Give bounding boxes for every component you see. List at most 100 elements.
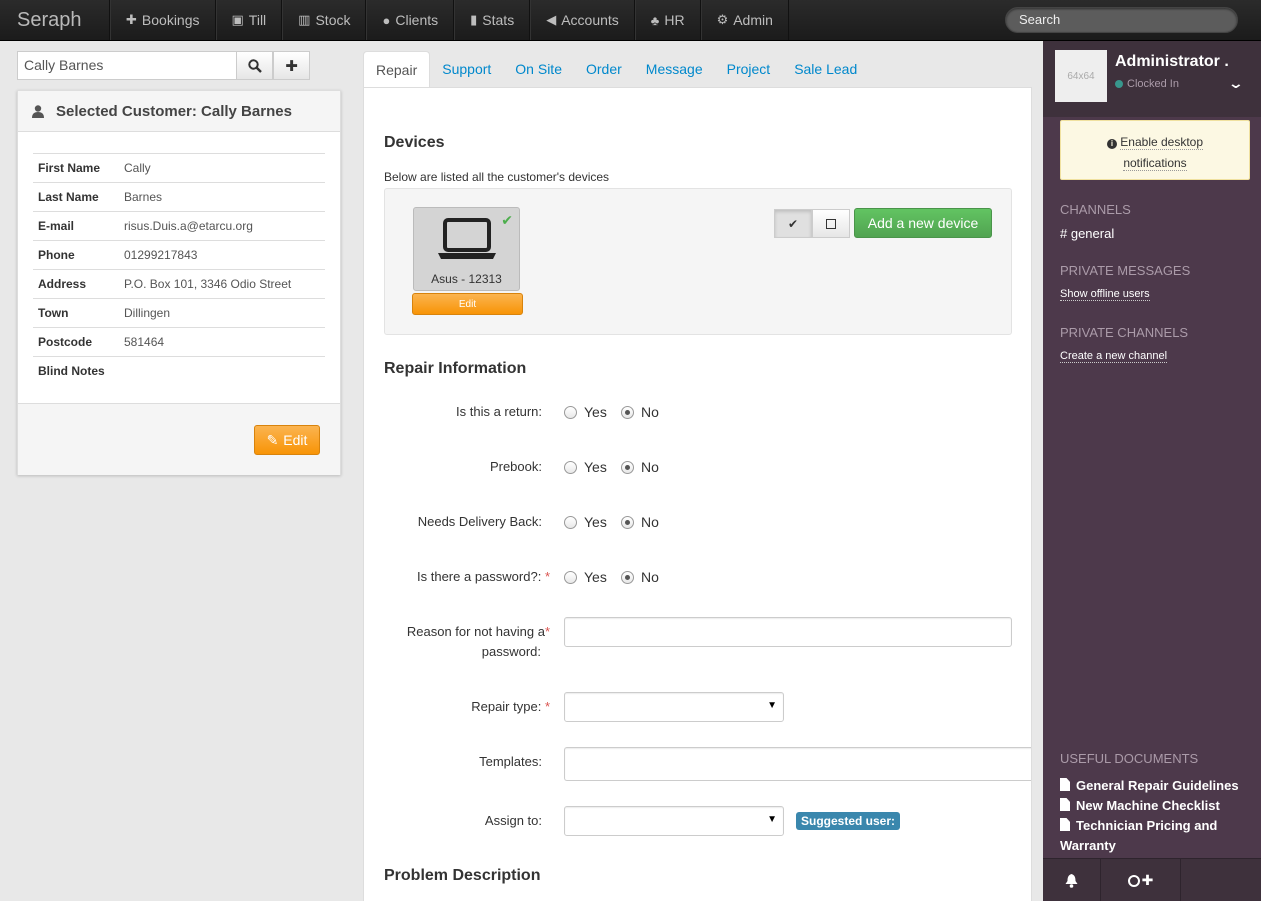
return-yes-radio[interactable] [564,406,577,419]
barcode-icon: ▥ [298,12,311,27]
password-label: Is there a password?: * [390,567,550,587]
nav-clients[interactable]: ● Clients [366,0,455,40]
nav-stats[interactable]: ▮ Stats [454,0,531,40]
assign-select[interactable]: ▼ [564,806,784,836]
private-channels-heading: PRIVATE CHANNELS [1060,325,1189,340]
delivery-no-radio[interactable] [621,516,634,529]
nav-stock[interactable]: ▥ Stock [282,0,367,40]
tab-support[interactable]: Support [430,51,503,88]
chevron-down-icon[interactable]: ⌄ [1228,75,1244,92]
create-channel-link[interactable]: Create a new channel [1060,350,1168,363]
table-row: Postcode 581464 [33,327,325,357]
status-dot-icon [1115,80,1123,88]
nav-label: Bookings [141,12,200,28]
reason-label-line2: password: [481,644,541,659]
search-button[interactable] [236,51,273,80]
tab-sale-lead[interactable]: Sale Lead [782,51,869,88]
nav-till[interactable]: ▣ Till [215,0,283,40]
document-link[interactable]: Technician Pricing and Warranty [1060,816,1250,856]
field-label: Last Name [33,182,119,212]
show-offline-users-link[interactable]: Show offline users [1060,288,1150,301]
chat-sidebar: 64x64 Administrator . Clocked In ⌄ i Ena… [1043,41,1261,901]
clock-status: Clocked In [1115,78,1179,90]
status-text: Clocked In [1127,78,1179,90]
nav-admin[interactable]: ⚙ Admin [700,0,789,40]
nav-label: Accounts [561,12,619,28]
devices-box: ✔ Asus - 12313 Edit ✔ Add a new device [384,188,1012,335]
cogs-icon: ⚙ [716,12,729,27]
device-card[interactable]: ✔ Asus - 12313 [413,207,520,291]
global-search-input[interactable]: Search [1005,7,1238,33]
repair-type-select[interactable]: ▼ [564,692,784,722]
yes-label: Yes [584,459,607,475]
deselect-all-button[interactable] [812,209,850,238]
return-no-radio[interactable] [621,406,634,419]
reason-input[interactable] [564,617,1012,647]
nav-label: Stock [315,12,351,28]
select-all-button[interactable]: ✔ [774,209,812,238]
assign-label: Assign to: [484,813,542,828]
field-label: Postcode [33,327,119,357]
edit-device-button[interactable]: Edit [412,293,523,315]
document-link[interactable]: New Machine Checklist [1060,796,1250,816]
required-marker: * [544,624,550,639]
return-label: Is this a return: [382,402,542,422]
channels-heading: CHANNELS [1060,202,1131,217]
add-clock-button[interactable]: ✚ [1101,859,1181,901]
password-label-text: Is there a password?: [417,569,542,584]
table-row: E-mail risus.Duis.a@etarcu.org [33,211,325,241]
reason-label: Reason for not having a* password: [390,622,550,662]
add-customer-button[interactable]: ✚ [273,51,310,80]
repair-form-panel: Devices Below are listed all the custome… [363,87,1032,901]
channel-general[interactable]: # general [1060,226,1114,241]
customer-search-input[interactable]: Cally Barnes [17,51,237,80]
edit-customer-button[interactable]: ✎ Edit [254,425,320,455]
templates-input[interactable] [564,747,1031,781]
plus-icon: ✚ [285,57,298,75]
enable-notifications-box[interactable]: i Enable desktop notifications [1060,120,1250,180]
prebook-label: Prebook: [382,457,542,477]
field-value: P.O. Box 101, 3346 Odio Street [119,269,325,299]
password-no-radio[interactable] [621,571,634,584]
table-row: Town Dillingen [33,298,325,328]
prebook-yes-radio[interactable] [564,461,577,474]
field-value: 581464 [119,327,325,357]
table-row: Blind Notes [33,356,325,386]
document-link[interactable]: General Repair Guidelines [1060,776,1250,796]
table-row: Last Name Barnes [33,182,325,212]
nav-accounts[interactable]: ◀ Accounts [530,0,635,40]
tab-on-site[interactable]: On Site [503,51,574,88]
tab-order[interactable]: Order [574,51,634,88]
pencil-icon: ✎ [266,431,279,448]
brand-logo[interactable]: Seraph [0,0,110,40]
no-label: No [641,569,659,585]
user-icon: ● [382,12,391,28]
password-yes-radio[interactable] [564,571,577,584]
return-label-text: Is this a return: [456,404,542,419]
info-icon: i [1106,139,1117,149]
delivery-yes-radio[interactable] [564,516,577,529]
yes-label: Yes [584,514,607,530]
field-label: Address [33,269,119,299]
add-device-button[interactable]: Add a new device [854,208,992,238]
nav-bookings[interactable]: ✚ Bookings [110,0,216,40]
avatar[interactable]: 64x64 [1055,50,1107,102]
document-title: Technician Pricing and Warranty [1060,818,1218,853]
repair-info-heading: Repair Information [384,360,527,377]
prebook-label-text: Prebook: [489,459,542,474]
nav-hr[interactable]: ♣ HR [634,0,701,40]
user-icon [32,104,44,118]
plus-icon: ✚ [126,12,137,27]
reason-label-line1: Reason for not having a [406,624,545,639]
tab-repair[interactable]: Repair [363,51,431,88]
tab-message[interactable]: Message [634,51,715,88]
top-navbar: Seraph ✚ Bookings ▣ Till ▥ Stock ● Clients ▮… [0,0,1261,41]
bell-icon[interactable] [1043,859,1101,901]
user-header: 64x64 Administrator . Clocked In ⌄ [1043,41,1261,117]
field-label: E-mail [33,211,119,241]
nav-label: Admin [733,12,773,28]
prebook-no-radio[interactable] [621,461,634,474]
table-row: First Name Cally [33,153,325,183]
job-type-tabs: Repair Support On Site Order Message Pro… [363,51,869,88]
tab-project[interactable]: Project [715,51,783,88]
